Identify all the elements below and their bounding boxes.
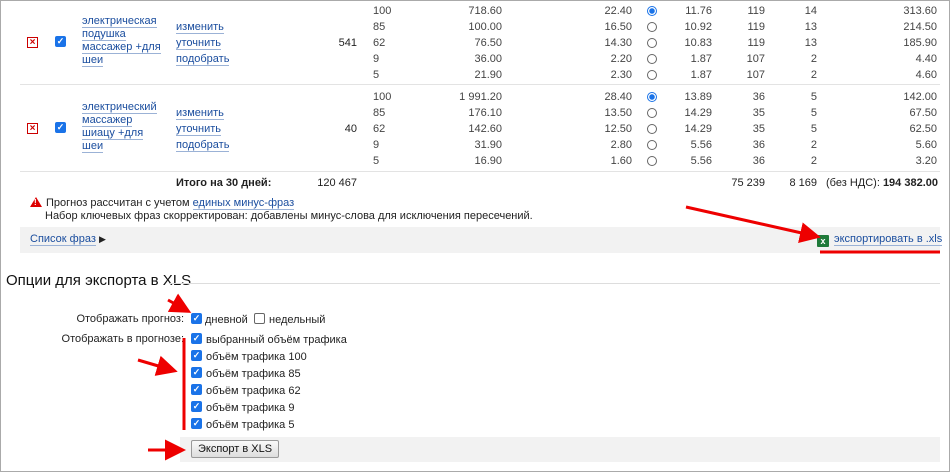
arrow-to-options xyxy=(137,355,178,376)
annotations xyxy=(137,205,940,461)
arrow-to-daily-checkbox xyxy=(167,293,192,313)
arrow-to-export-link xyxy=(685,205,821,243)
